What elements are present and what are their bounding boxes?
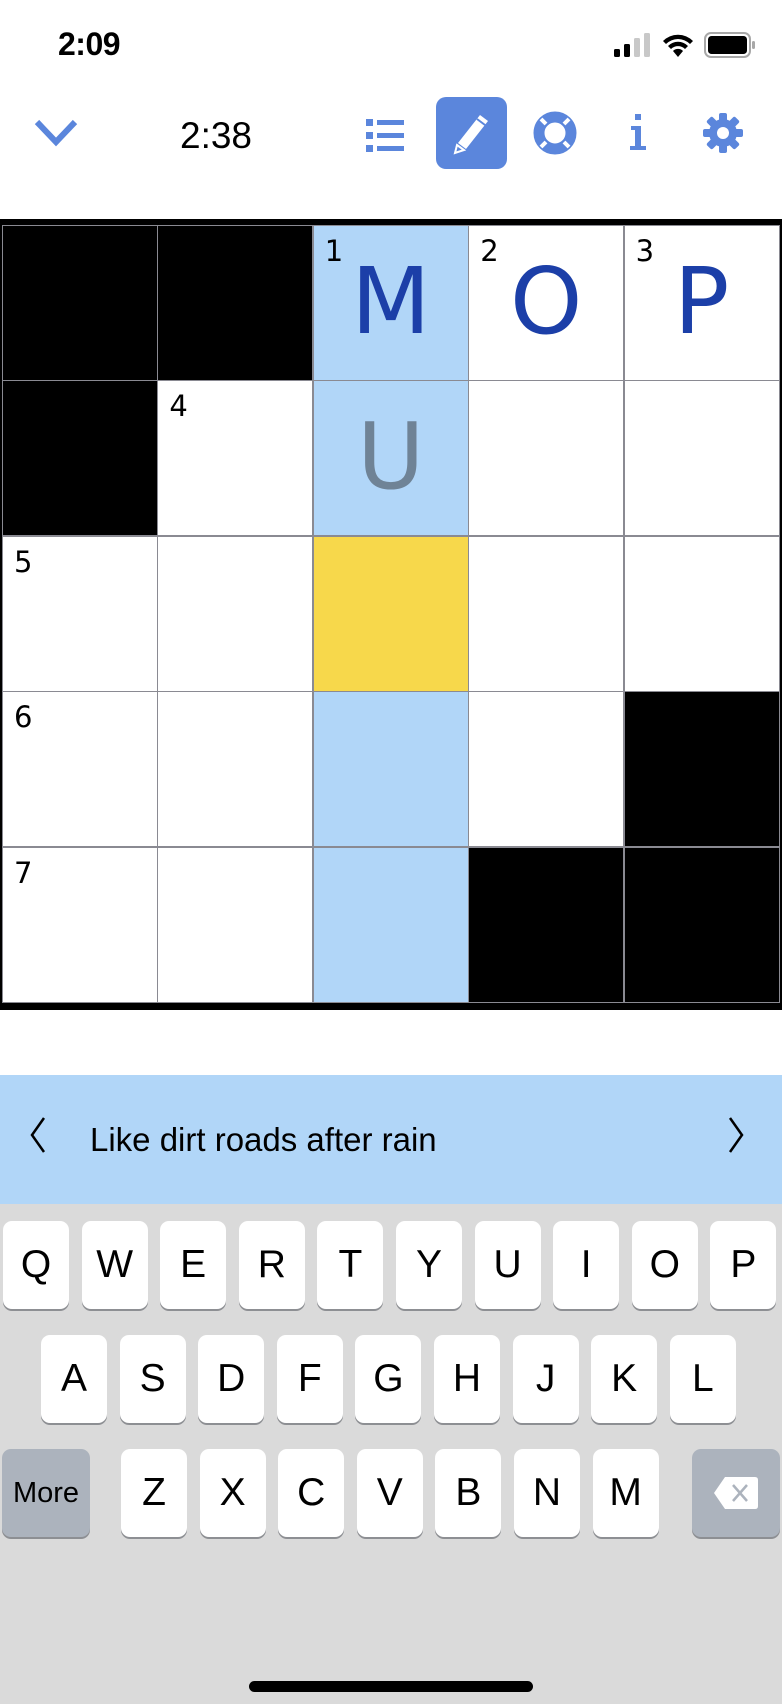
key-m[interactable]: M xyxy=(592,1449,659,1537)
cell-letter: M xyxy=(351,248,431,355)
clue-number: 7 xyxy=(14,855,33,890)
next-clue-button[interactable] xyxy=(724,1115,764,1165)
status-time: 2:09 xyxy=(58,26,121,62)
block-cell xyxy=(158,226,313,380)
grid-cell[interactable]: 5 xyxy=(3,536,157,691)
key-p[interactable]: P xyxy=(710,1221,777,1309)
key-x[interactable]: X xyxy=(199,1449,266,1537)
block-cell xyxy=(3,381,157,536)
home-indicator xyxy=(249,1681,533,1692)
cell-letter: P xyxy=(673,248,730,355)
key-o[interactable]: O xyxy=(631,1221,698,1309)
help-button[interactable] xyxy=(530,108,580,158)
list-icon xyxy=(366,119,404,152)
grid-cell[interactable] xyxy=(313,692,468,847)
key-c[interactable]: C xyxy=(278,1449,345,1537)
grid-cell[interactable] xyxy=(624,536,779,691)
key-h[interactable]: H xyxy=(434,1335,500,1423)
key-i[interactable]: I xyxy=(553,1221,620,1309)
block-cell xyxy=(624,847,779,1002)
crossword-grid: 1M2O3P 4 U 5 6 7 xyxy=(0,219,782,1010)
key-r[interactable]: R xyxy=(238,1221,305,1309)
chevron-right-icon xyxy=(728,1117,744,1153)
grid-cell[interactable] xyxy=(313,536,468,691)
info-button[interactable] xyxy=(618,108,658,158)
more-key[interactable]: More xyxy=(2,1449,90,1537)
lifebuoy-icon xyxy=(533,111,577,155)
block-cell xyxy=(3,226,157,380)
grid-cell[interactable] xyxy=(158,692,313,847)
key-l[interactable]: L xyxy=(669,1335,736,1423)
key-y[interactable]: Y xyxy=(396,1221,462,1309)
key-b[interactable]: B xyxy=(435,1449,502,1537)
key-d[interactable]: D xyxy=(198,1335,265,1423)
key-k[interactable]: K xyxy=(591,1335,658,1423)
key-s[interactable]: S xyxy=(119,1335,186,1423)
more-key-label: More xyxy=(12,1476,80,1509)
grid-cell[interactable] xyxy=(158,536,313,691)
key-u[interactable]: U xyxy=(474,1221,541,1309)
clue-number: 6 xyxy=(14,700,33,735)
key-t[interactable]: T xyxy=(317,1221,384,1309)
pencil-mode-button[interactable] xyxy=(436,97,507,169)
grid-cell[interactable]: 6 xyxy=(3,692,157,847)
backspace-icon xyxy=(714,1477,758,1509)
key-z[interactable]: Z xyxy=(121,1449,187,1537)
grid-cell[interactable]: U xyxy=(313,381,468,536)
collapse-button[interactable] xyxy=(28,110,84,156)
signal-icon xyxy=(614,33,650,57)
status-bar: 2:09 xyxy=(0,0,782,90)
clue-list-button[interactable] xyxy=(360,110,410,160)
key-v[interactable]: V xyxy=(356,1449,423,1537)
chevron-left-icon xyxy=(30,1117,46,1153)
clue-bar[interactable]: Like dirt roads after rain xyxy=(0,1075,782,1204)
clue-text: Like dirt roads after rain xyxy=(90,1121,437,1158)
grid-cell[interactable] xyxy=(158,847,313,1002)
key-n[interactable]: N xyxy=(514,1449,580,1537)
grid-cell[interactable] xyxy=(469,692,624,847)
key-g[interactable]: G xyxy=(355,1335,422,1423)
grid-cells: 1M2O3P 4 U 5 6 7 xyxy=(2,225,780,1003)
block-cell xyxy=(469,847,624,1002)
backspace-key[interactable] xyxy=(692,1449,780,1537)
keyboard: More QWERTYUIOP ASDFGHJKL ZXCVBNM xyxy=(0,1204,782,1704)
clue-number: 5 xyxy=(14,544,33,579)
cell-letter: O xyxy=(509,248,583,355)
pencil-icon xyxy=(453,115,488,155)
key-w[interactable]: W xyxy=(81,1221,148,1309)
grid-cell[interactable]: 2O xyxy=(469,226,624,380)
grid-cell[interactable] xyxy=(469,536,624,691)
info-icon xyxy=(630,114,646,150)
battery-icon xyxy=(704,32,755,58)
key-q[interactable]: Q xyxy=(3,1221,69,1309)
key-f[interactable]: F xyxy=(276,1335,343,1423)
status-icons xyxy=(614,32,756,58)
block-cell xyxy=(624,692,779,847)
key-a[interactable]: A xyxy=(41,1335,107,1423)
gear-icon xyxy=(703,113,743,153)
grid-cell[interactable]: 3P xyxy=(624,226,779,380)
key-e[interactable]: E xyxy=(160,1221,227,1309)
grid-cell[interactable]: 4 xyxy=(158,381,313,536)
timer: 2:38 xyxy=(180,115,253,156)
clue-number: 4 xyxy=(169,389,188,424)
chevron-down-icon xyxy=(34,119,78,147)
grid-cell[interactable] xyxy=(313,847,468,1002)
cell-letter: U xyxy=(357,403,425,511)
wifi-icon xyxy=(663,34,693,57)
grid-cell[interactable]: 7 xyxy=(3,847,157,1002)
prev-clue-button[interactable] xyxy=(26,1115,66,1165)
toolbar xyxy=(0,92,782,174)
grid-cell[interactable] xyxy=(624,381,779,536)
key-j[interactable]: J xyxy=(512,1335,579,1423)
settings-button[interactable] xyxy=(698,108,748,158)
grid-cell[interactable]: 1M xyxy=(313,226,468,380)
grid-cell[interactable] xyxy=(469,381,624,536)
